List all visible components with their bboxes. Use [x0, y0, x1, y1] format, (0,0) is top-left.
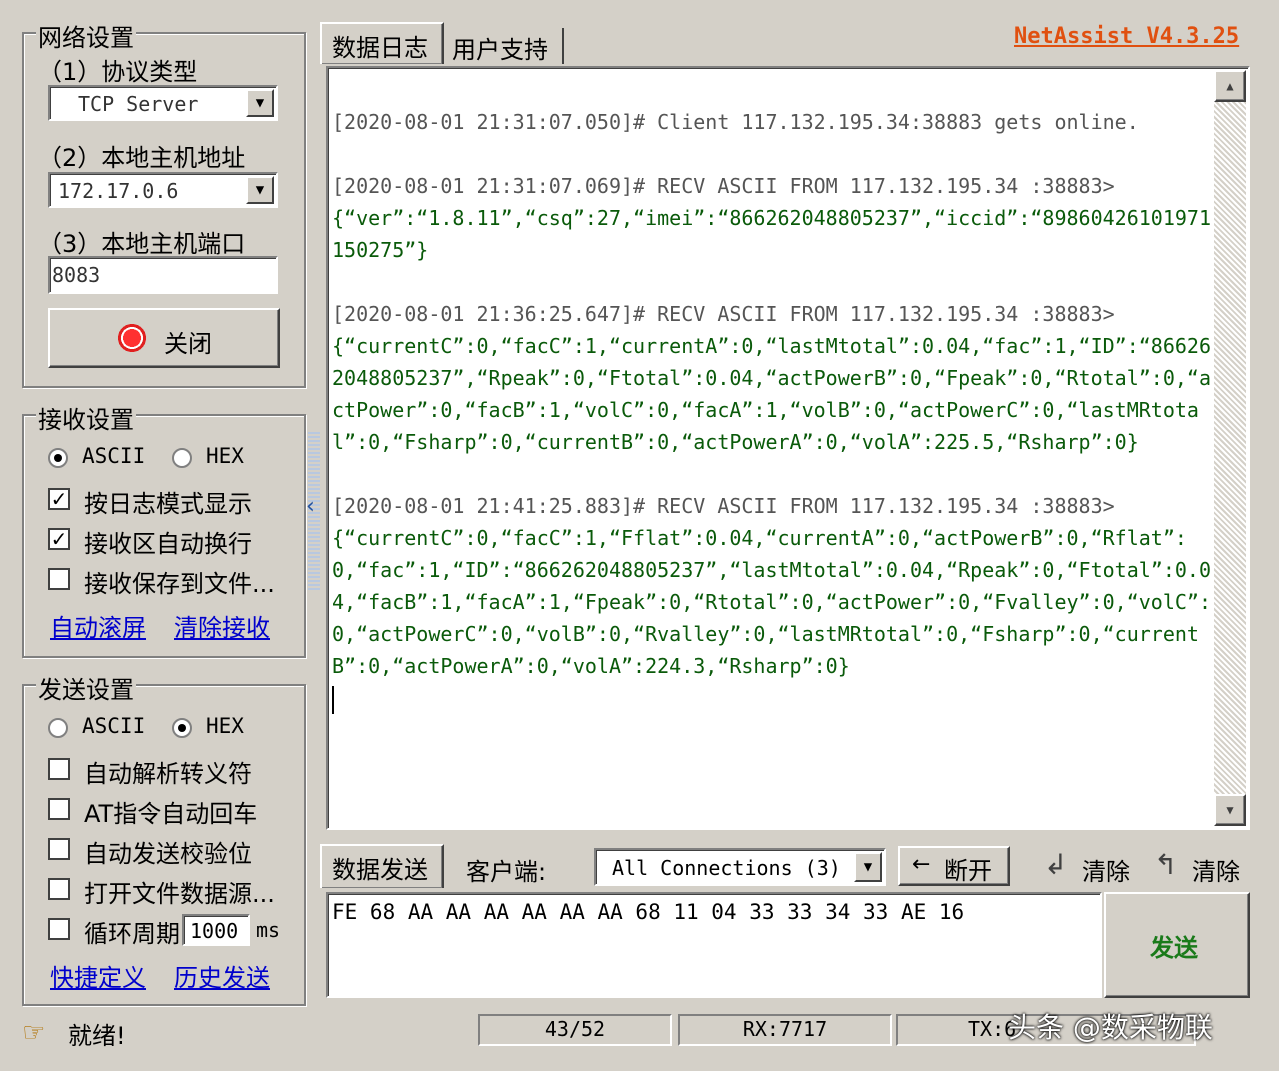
auto-escape-label: 自动解析转义符	[84, 760, 252, 788]
tab-data-send[interactable]: 数据发送	[320, 844, 444, 888]
receive-log: [2020-08-01 21:31:07.050]# Client 117.13…	[332, 106, 1212, 858]
tab-data-log[interactable]: 数据日志	[320, 22, 444, 64]
tab-user-support[interactable]: 用户支持	[446, 28, 564, 64]
protocol-label: （1）协议类型	[38, 58, 198, 86]
host-select[interactable]: 172.17.0.6 ▼	[48, 172, 278, 208]
send-hex-radio[interactable]	[172, 718, 192, 738]
log-entry-header: [2020-08-01 21:36:25.647]# RECV ASCII FR…	[332, 302, 1115, 326]
at-enter-checkbox[interactable]	[48, 798, 70, 820]
arrow-left-icon: ←	[912, 852, 931, 877]
recv-hex-radio[interactable]	[172, 448, 192, 468]
auto-wrap-label: 接收区自动换行	[84, 530, 252, 558]
record-icon	[116, 322, 148, 354]
log-entry: [2020-08-01 21:31:07.069]# RECV ASCII FR…	[332, 170, 1212, 266]
receive-settings-title: 接收设置	[36, 400, 136, 435]
send-ascii-radio[interactable]	[48, 718, 68, 738]
log-entry: [2020-08-01 21:31:07.050]# Client 117.13…	[332, 106, 1212, 138]
open-file-label: 打开文件数据源...	[84, 880, 275, 908]
status-count: 43/52	[478, 1014, 672, 1046]
open-file-checkbox[interactable]	[48, 878, 70, 900]
save-file-checkbox[interactable]	[48, 568, 70, 590]
log-entry: [2020-08-01 21:36:25.647]# RECV ASCII FR…	[332, 298, 1212, 458]
chevron-down-icon[interactable]: ▼	[246, 176, 274, 204]
send-button[interactable]: 发送	[1104, 892, 1250, 998]
hand-icon: ☞	[22, 1018, 46, 1048]
clear-down-icon[interactable]: ↲	[1044, 848, 1067, 881]
auto-scroll-link[interactable]: 自动滚屏	[50, 608, 146, 643]
network-settings-title: 网络设置	[36, 18, 136, 53]
protocol-select[interactable]: TCP Server ▼	[48, 85, 278, 121]
loop-period-input[interactable]: 1000	[182, 914, 250, 946]
watermark: 头条 @数采物联	[1008, 1011, 1213, 1044]
log-entry: [2020-08-01 21:41:25.883]# RECV ASCII FR…	[332, 490, 1212, 682]
save-file-label: 接收保存到文件...	[84, 570, 275, 598]
port-input[interactable]: 8083	[48, 256, 278, 294]
status-text: 就绪!	[68, 1022, 126, 1050]
log-entry-body: {“ver”:“1.8.11”,“csq”:27,“imei”:“8662620…	[332, 206, 1211, 262]
log-entry-header: [2020-08-01 21:31:07.069]# RECV ASCII FR…	[332, 174, 1115, 198]
send-settings-title: 发送设置	[36, 670, 136, 705]
log-mode-label: 按日志模式显示	[84, 490, 252, 518]
loop-checkbox[interactable]	[48, 918, 70, 940]
log-scrollbar[interactable]: ▲ ▼	[1214, 70, 1246, 826]
recv-hex-label: HEX	[206, 444, 244, 468]
auto-checksum-label: 自动发送校验位	[84, 840, 252, 868]
chevron-left-icon[interactable]: ‹	[306, 494, 315, 519]
disconnect-button[interactable]: ← 断开	[898, 846, 1010, 886]
log-entry-body: {“currentC”:0,“facC”:1,“Fflat”:0.04,“cur…	[332, 526, 1211, 678]
scroll-down-button[interactable]: ▼	[1214, 794, 1246, 826]
auto-wrap-checkbox[interactable]: ✓	[48, 528, 70, 550]
text-caret	[332, 686, 334, 714]
shortcut-link[interactable]: 快捷定义	[50, 958, 146, 993]
auto-escape-checkbox[interactable]	[48, 758, 70, 780]
log-entry-header: [2020-08-01 21:41:25.883]# RECV ASCII FR…	[332, 494, 1115, 518]
clear-up-icon[interactable]: ↰	[1154, 848, 1177, 881]
client-select[interactable]: All Connections (3) ▼	[594, 848, 886, 886]
status-rx: RX:7717	[678, 1014, 892, 1046]
log-entry-header: [2020-08-01 21:31:07.050]# Client 117.13…	[332, 110, 1139, 134]
send-hex-label: HEX	[206, 714, 244, 738]
app-title: NetAssist V4.3.25	[1014, 24, 1240, 49]
client-label: 客户端:	[466, 858, 547, 886]
history-link[interactable]: 历史发送	[174, 958, 270, 993]
loop-unit: ms	[256, 918, 281, 942]
auto-checksum-checkbox[interactable]	[48, 838, 70, 860]
send-ascii-label: ASCII	[82, 714, 146, 738]
log-entry-body: {“currentC”:0,“facC”:1,“currentA”:0,“las…	[332, 334, 1211, 454]
scroll-up-button[interactable]: ▲	[1214, 70, 1246, 102]
clear-count-button[interactable]: 清除	[1192, 852, 1240, 887]
loop-label: 循环周期	[84, 920, 180, 948]
log-mode-checkbox[interactable]: ✓	[48, 488, 70, 510]
chevron-down-icon[interactable]: ▼	[854, 852, 882, 882]
clear-send-button[interactable]: 清除	[1082, 852, 1130, 887]
send-input[interactable]: FE 68 AA AA AA AA AA AA 68 11 04 33 33 3…	[326, 892, 1102, 998]
at-enter-label: AT指令自动回车	[84, 800, 258, 828]
close-button[interactable]: 关闭	[48, 308, 280, 368]
recv-ascii-radio[interactable]	[48, 448, 68, 468]
recv-ascii-label: ASCII	[82, 444, 146, 468]
chevron-down-icon[interactable]: ▼	[246, 89, 274, 117]
clear-recv-link[interactable]: 清除接收	[174, 608, 270, 643]
port-label: （3）本地主机端口	[38, 230, 246, 258]
host-label: （2）本地主机地址	[38, 144, 246, 172]
